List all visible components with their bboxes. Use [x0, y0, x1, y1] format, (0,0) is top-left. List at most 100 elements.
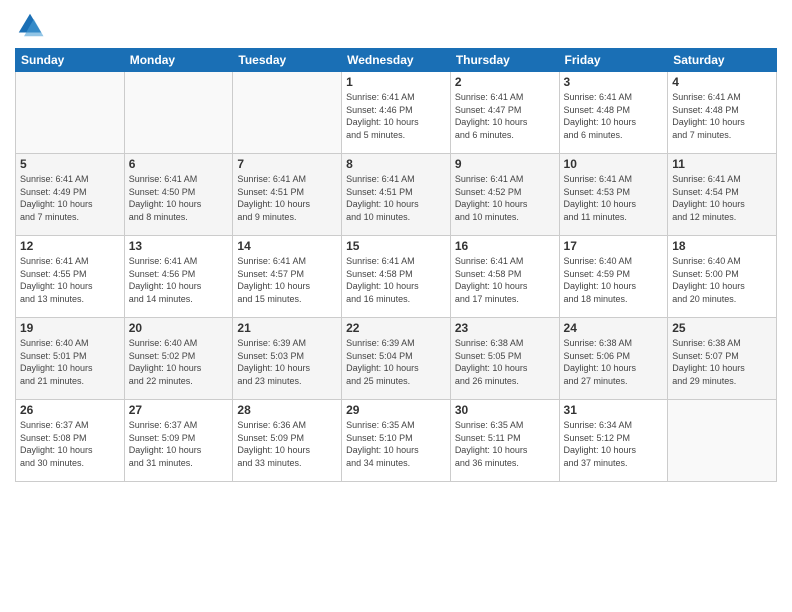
day-cell: 18 Sunrise: 6:40 AM Sunset: 5:00 PM Dayli…: [668, 236, 777, 318]
day-number: 22: [346, 321, 446, 335]
day-number: 13: [129, 239, 229, 253]
day-number: 31: [564, 403, 664, 417]
day-cell: 15 Sunrise: 6:41 AM Sunset: 4:58 PM Dayli…: [342, 236, 451, 318]
day-number: 5: [20, 157, 120, 171]
day-info: Sunrise: 6:41 AM Sunset: 4:53 PM Dayligh…: [564, 173, 664, 223]
day-number: 18: [672, 239, 772, 253]
day-info: Sunrise: 6:41 AM Sunset: 4:52 PM Dayligh…: [455, 173, 555, 223]
week-row-4: 19 Sunrise: 6:40 AM Sunset: 5:01 PM Dayli…: [16, 318, 777, 400]
day-cell: 26 Sunrise: 6:37 AM Sunset: 5:08 PM Dayli…: [16, 400, 125, 482]
day-number: 4: [672, 75, 772, 89]
day-number: 11: [672, 157, 772, 171]
day-number: 28: [237, 403, 337, 417]
day-cell: 16 Sunrise: 6:41 AM Sunset: 4:58 PM Dayli…: [450, 236, 559, 318]
day-cell: 11 Sunrise: 6:41 AM Sunset: 4:54 PM Dayli…: [668, 154, 777, 236]
day-info: Sunrise: 6:40 AM Sunset: 4:59 PM Dayligh…: [564, 255, 664, 305]
day-cell: [668, 400, 777, 482]
day-info: Sunrise: 6:41 AM Sunset: 4:51 PM Dayligh…: [237, 173, 337, 223]
day-info: Sunrise: 6:41 AM Sunset: 4:58 PM Dayligh…: [346, 255, 446, 305]
day-number: 14: [237, 239, 337, 253]
weekday-header-row: SundayMondayTuesdayWednesdayThursdayFrid…: [16, 49, 777, 72]
day-number: 12: [20, 239, 120, 253]
day-info: Sunrise: 6:41 AM Sunset: 4:48 PM Dayligh…: [564, 91, 664, 141]
day-info: Sunrise: 6:40 AM Sunset: 5:00 PM Dayligh…: [672, 255, 772, 305]
day-cell: 7 Sunrise: 6:41 AM Sunset: 4:51 PM Daylig…: [233, 154, 342, 236]
day-info: Sunrise: 6:38 AM Sunset: 5:06 PM Dayligh…: [564, 337, 664, 387]
logo-icon: [15, 10, 45, 40]
day-number: 26: [20, 403, 120, 417]
day-cell: 31 Sunrise: 6:34 AM Sunset: 5:12 PM Dayli…: [559, 400, 668, 482]
day-info: Sunrise: 6:41 AM Sunset: 4:46 PM Dayligh…: [346, 91, 446, 141]
week-row-2: 5 Sunrise: 6:41 AM Sunset: 4:49 PM Daylig…: [16, 154, 777, 236]
day-cell: [124, 72, 233, 154]
day-info: Sunrise: 6:35 AM Sunset: 5:11 PM Dayligh…: [455, 419, 555, 469]
weekday-header-thursday: Thursday: [450, 49, 559, 72]
day-cell: 5 Sunrise: 6:41 AM Sunset: 4:49 PM Daylig…: [16, 154, 125, 236]
day-number: 21: [237, 321, 337, 335]
day-cell: 17 Sunrise: 6:40 AM Sunset: 4:59 PM Dayli…: [559, 236, 668, 318]
day-number: 25: [672, 321, 772, 335]
day-info: Sunrise: 6:41 AM Sunset: 4:57 PM Dayligh…: [237, 255, 337, 305]
day-info: Sunrise: 6:40 AM Sunset: 5:01 PM Dayligh…: [20, 337, 120, 387]
day-cell: 21Sunrise: 6:39 AM Sunset: 5:03 PM Dayli…: [233, 318, 342, 400]
weekday-header-monday: Monday: [124, 49, 233, 72]
day-info: Sunrise: 6:35 AM Sunset: 5:10 PM Dayligh…: [346, 419, 446, 469]
day-info: Sunrise: 6:37 AM Sunset: 5:08 PM Dayligh…: [20, 419, 120, 469]
day-cell: 3 Sunrise: 6:41 AM Sunset: 4:48 PM Daylig…: [559, 72, 668, 154]
day-info: Sunrise: 6:34 AM Sunset: 5:12 PM Dayligh…: [564, 419, 664, 469]
day-cell: 6Sunrise: 6:41 AM Sunset: 4:50 PM Daylig…: [124, 154, 233, 236]
day-cell: 10 Sunrise: 6:41 AM Sunset: 4:53 PM Dayli…: [559, 154, 668, 236]
weekday-header-wednesday: Wednesday: [342, 49, 451, 72]
day-info: Sunrise: 6:39 AM Sunset: 5:04 PM Dayligh…: [346, 337, 446, 387]
day-number: 20: [129, 321, 229, 335]
day-cell: 24 Sunrise: 6:38 AM Sunset: 5:06 PM Dayli…: [559, 318, 668, 400]
day-info: Sunrise: 6:37 AM Sunset: 5:09 PM Dayligh…: [129, 419, 229, 469]
day-info: Sunrise: 6:41 AM Sunset: 4:54 PM Dayligh…: [672, 173, 772, 223]
day-number: 3: [564, 75, 664, 89]
day-cell: 25Sunrise: 6:38 AM Sunset: 5:07 PM Dayli…: [668, 318, 777, 400]
day-info: Sunrise: 6:41 AM Sunset: 4:47 PM Dayligh…: [455, 91, 555, 141]
day-cell: 14 Sunrise: 6:41 AM Sunset: 4:57 PM Dayli…: [233, 236, 342, 318]
weekday-header-tuesday: Tuesday: [233, 49, 342, 72]
day-info: Sunrise: 6:36 AM Sunset: 5:09 PM Dayligh…: [237, 419, 337, 469]
day-cell: [233, 72, 342, 154]
day-number: 8: [346, 157, 446, 171]
day-number: 1: [346, 75, 446, 89]
day-cell: 13 Sunrise: 6:41 AM Sunset: 4:56 PM Dayli…: [124, 236, 233, 318]
day-cell: 23 Sunrise: 6:38 AM Sunset: 5:05 PM Dayli…: [450, 318, 559, 400]
day-info: Sunrise: 6:41 AM Sunset: 4:55 PM Dayligh…: [20, 255, 120, 305]
day-number: 19: [20, 321, 120, 335]
day-number: 30: [455, 403, 555, 417]
day-cell: 20 Sunrise: 6:40 AM Sunset: 5:02 PM Dayli…: [124, 318, 233, 400]
day-info: Sunrise: 6:40 AM Sunset: 5:02 PM Dayligh…: [129, 337, 229, 387]
day-cell: 22 Sunrise: 6:39 AM Sunset: 5:04 PM Dayli…: [342, 318, 451, 400]
day-info: Sunrise: 6:41 AM Sunset: 4:49 PM Dayligh…: [20, 173, 120, 223]
day-number: 29: [346, 403, 446, 417]
day-number: 16: [455, 239, 555, 253]
day-number: 23: [455, 321, 555, 335]
day-number: 27: [129, 403, 229, 417]
day-cell: 1 Sunrise: 6:41 AM Sunset: 4:46 PM Daylig…: [342, 72, 451, 154]
day-number: 7: [237, 157, 337, 171]
day-info: Sunrise: 6:41 AM Sunset: 4:58 PM Dayligh…: [455, 255, 555, 305]
week-row-5: 26 Sunrise: 6:37 AM Sunset: 5:08 PM Dayli…: [16, 400, 777, 482]
header: [15, 10, 777, 40]
day-number: 9: [455, 157, 555, 171]
day-number: 17: [564, 239, 664, 253]
day-info: Sunrise: 6:41 AM Sunset: 4:48 PM Dayligh…: [672, 91, 772, 141]
day-number: 10: [564, 157, 664, 171]
weekday-header-sunday: Sunday: [16, 49, 125, 72]
calendar: SundayMondayTuesdayWednesdayThursdayFrid…: [15, 48, 777, 482]
day-info: Sunrise: 6:38 AM Sunset: 5:05 PM Dayligh…: [455, 337, 555, 387]
day-number: 15: [346, 239, 446, 253]
day-number: 2: [455, 75, 555, 89]
weekday-header-friday: Friday: [559, 49, 668, 72]
page: SundayMondayTuesdayWednesdayThursdayFrid…: [0, 0, 792, 612]
day-number: 6: [129, 157, 229, 171]
day-number: 24: [564, 321, 664, 335]
day-cell: 2 Sunrise: 6:41 AM Sunset: 4:47 PM Daylig…: [450, 72, 559, 154]
day-cell: 27 Sunrise: 6:37 AM Sunset: 5:09 PM Dayli…: [124, 400, 233, 482]
weekday-header-saturday: Saturday: [668, 49, 777, 72]
day-info: Sunrise: 6:41 AM Sunset: 4:51 PM Dayligh…: [346, 173, 446, 223]
day-info: Sunrise: 6:41 AM Sunset: 4:56 PM Dayligh…: [129, 255, 229, 305]
